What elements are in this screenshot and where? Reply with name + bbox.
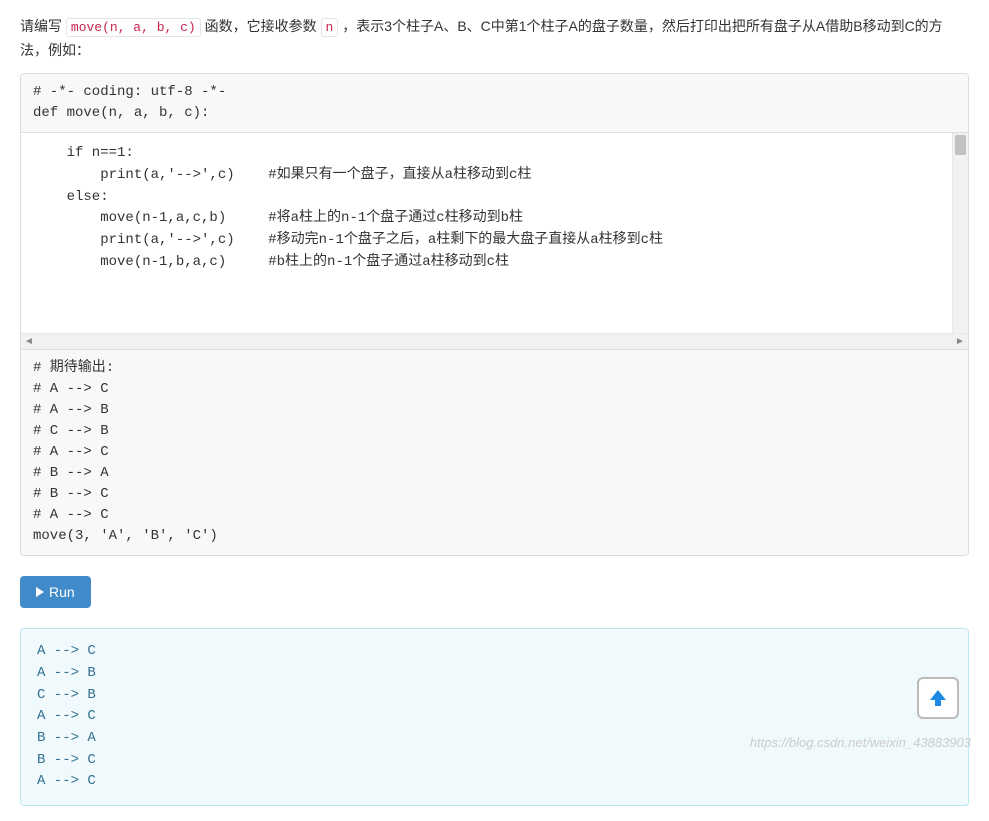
comment-segment: #b柱上的n-1个盘子通过a柱移动到c柱 (268, 254, 509, 270)
code-segment: if n==1: (33, 145, 134, 161)
code-footer: # 期待输出: # A --> C # A --> B # C --> B # … (21, 349, 968, 555)
comment-segment: #如果只有一个盘子，直接从a柱移动到c柱 (268, 167, 531, 183)
scroll-to-top-button[interactable] (917, 677, 959, 719)
code-editor[interactable]: if n==1: print(a,'-->',c) #如果只有一个盘子，直接从a… (21, 133, 968, 333)
scroll-right-arrow-icon[interactable]: ► (954, 336, 966, 348)
run-button-label: Run (49, 584, 75, 600)
code-segment: move(n-1,b,a,c) (33, 254, 268, 270)
editor-line: move(n-1,b,a,c) #b柱上的n-1个盘子通过a柱移动到c柱 (33, 252, 956, 274)
scroll-left-arrow-icon[interactable]: ◄ (23, 336, 35, 348)
run-button[interactable]: Run (20, 576, 91, 608)
code-segment: move(n-1,a,c,b) (33, 210, 268, 226)
inline-code-n: n (321, 18, 339, 37)
code-segment: else: (33, 189, 109, 205)
arrow-up-icon (926, 686, 950, 710)
editor-line: else: (33, 187, 956, 209)
scrollbar-vertical[interactable] (952, 133, 968, 333)
editor-line: print(a,'-->',c) #移动完n-1个盘子之后，a柱剩下的最大盘子直… (33, 230, 956, 252)
editor-line: move(n-1,a,c,b) #将a柱上的n-1个盘子通过c柱移动到b柱 (33, 208, 956, 230)
code-container: # -*- coding: utf-8 -*- def move(n, a, b… (20, 73, 969, 556)
comment-segment: #移动完n-1个盘子之后，a柱剩下的最大盘子直接从a柱移到c柱 (268, 232, 663, 248)
instruction-text: 请编写 move(n, a, b, c) 函数，它接收参数 n ，表示3个柱子A… (20, 15, 969, 61)
instruction-prefix: 请编写 (20, 18, 66, 34)
editor-line: print(a,'-->',c) #如果只有一个盘子，直接从a柱移动到c柱 (33, 165, 956, 187)
scrollbar-vertical-thumb[interactable] (955, 135, 966, 155)
inline-code-move: move(n, a, b, c) (66, 18, 201, 37)
code-segment: print(a,'-->',c) (33, 167, 268, 183)
code-header: # -*- coding: utf-8 -*- def move(n, a, b… (21, 74, 968, 133)
editor-wrapper: if n==1: print(a,'-->',c) #如果只有一个盘子，直接从a… (21, 133, 968, 333)
scrollbar-horizontal[interactable]: ◄ ► (21, 333, 968, 349)
comment-segment: #将a柱上的n-1个盘子通过c柱移动到b柱 (268, 210, 523, 226)
editor-line: if n==1: (33, 143, 956, 165)
code-segment: print(a,'-->',c) (33, 232, 268, 248)
output-box: A --> C A --> B C --> B A --> C B --> A … (20, 628, 969, 806)
play-icon (36, 587, 44, 597)
instruction-mid: 函数，它接收参数 (201, 18, 321, 34)
